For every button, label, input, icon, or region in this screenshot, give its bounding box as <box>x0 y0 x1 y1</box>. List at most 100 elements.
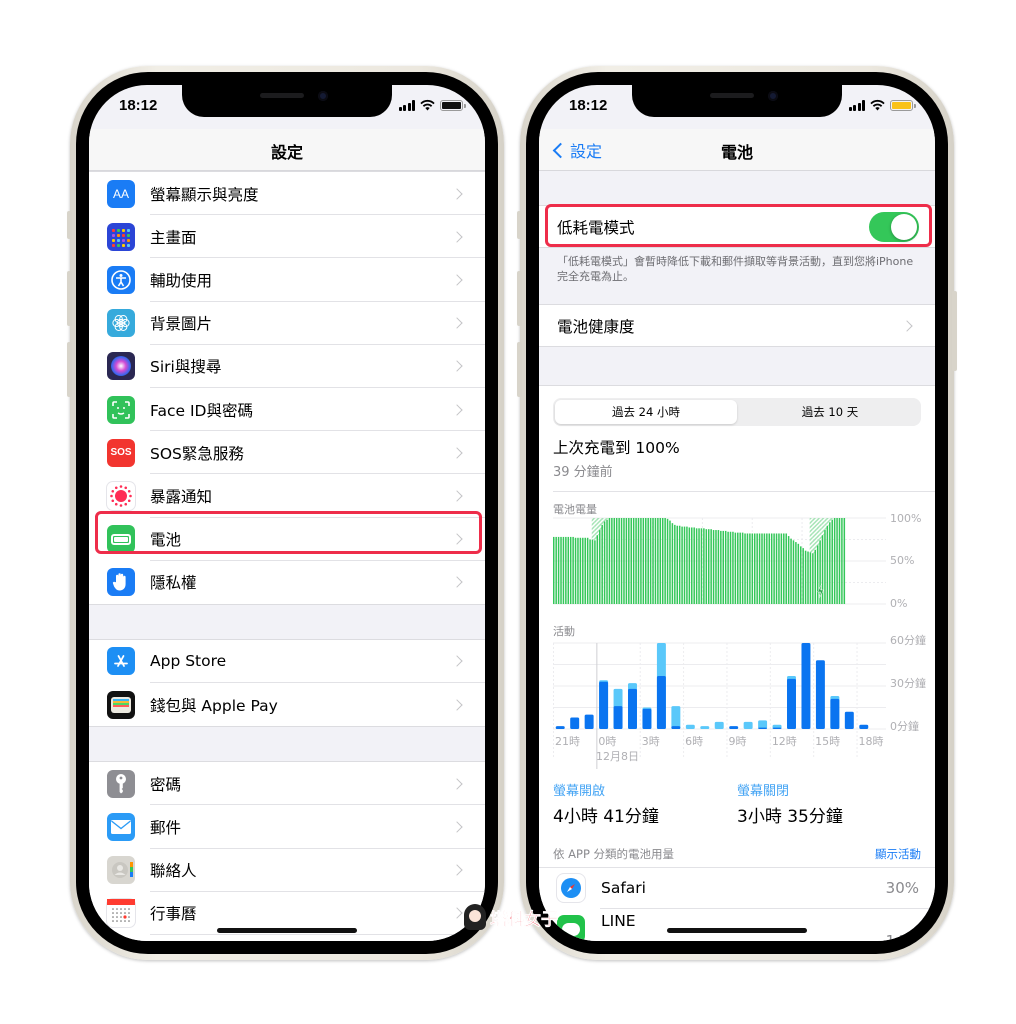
home-indicator[interactable] <box>667 928 807 933</box>
activity-bar-screen-on <box>642 708 652 729</box>
last-charge-ago: 39 分鐘前 <box>553 465 613 480</box>
settings-row-accessibility[interactable]: 輔助使用 <box>89 258 485 302</box>
battery-level-bar <box>582 537 584 604</box>
battery-level-bar <box>802 548 804 604</box>
battery-level-bar <box>751 533 754 604</box>
segment-10d[interactable]: 過去 10 天 <box>739 398 921 426</box>
battery-level-bar <box>688 527 691 604</box>
wallet-icon <box>107 690 135 719</box>
battery-level-bar <box>567 536 570 604</box>
settings-row-privacy-hand[interactable]: 隱私權 <box>89 561 485 604</box>
settings-row-contacts[interactable]: 聯絡人 <box>89 849 485 892</box>
battery-level-bar <box>768 533 771 604</box>
cellular-signal-icon <box>848 100 865 111</box>
battery-level-bar <box>727 531 729 604</box>
battery-level-bar <box>574 537 577 604</box>
segment-24h[interactable]: 過去 24 小時 <box>555 400 737 424</box>
page-title: 電池 <box>720 143 753 162</box>
battery-level-bar <box>584 537 586 604</box>
settings-row-wallet[interactable]: 錢包與 Apple Pay <box>89 683 485 726</box>
time-range-segmented-control: 過去 24 小時 過去 10 天 <box>553 398 921 426</box>
battery-level-bar <box>678 525 681 604</box>
battery-level-bar <box>640 518 642 604</box>
activity-bar-screen-on <box>628 688 637 729</box>
charging-hatch <box>596 518 600 536</box>
charging-hatch <box>829 518 832 523</box>
chevron-right-icon <box>451 447 463 459</box>
settings-row-label: 密碼 <box>150 775 182 794</box>
battery-level-bar <box>603 521 606 604</box>
screen-on-label: 螢幕開啟 <box>553 784 606 799</box>
show-activity-link[interactable]: 顯示活動 <box>875 846 921 862</box>
settings-row-notes[interactable]: 備忘錄 <box>89 935 485 941</box>
battery-level-bar <box>783 533 785 604</box>
battery-level-bar <box>596 535 599 604</box>
settings-row-key[interactable]: 密碼 <box>89 762 485 806</box>
settings-row-face-id[interactable]: Face ID與密碼 <box>89 388 485 432</box>
app-row-safari[interactable]: Safari 30% <box>539 868 935 908</box>
activity-bar-screen-on <box>656 675 666 729</box>
battery-level-bar <box>669 520 671 604</box>
activity-bar-screen-on <box>599 681 609 729</box>
last-charge: 上次充電到 100% 39 分鐘前 <box>553 436 680 480</box>
chevron-right-icon <box>901 319 913 332</box>
battery-level-bar <box>577 537 579 604</box>
battery-level-bar <box>838 518 841 604</box>
battery-level-bar <box>807 551 809 604</box>
battery-level-bar <box>557 536 560 604</box>
settings-row-mail[interactable]: 郵件 <box>89 805 485 849</box>
battery-level-bar <box>642 518 645 604</box>
battery-level-bar <box>649 518 652 604</box>
activity-xtick: 6時 <box>685 735 704 748</box>
battery-level-bar <box>753 533 756 604</box>
chevron-right-icon <box>451 778 463 790</box>
activity-bar-screen-on <box>787 678 796 729</box>
battery-level-bar <box>787 536 790 604</box>
app-row-line[interactable]: LINE 14% <box>539 909 935 941</box>
settings-row-label: 背景圖片 <box>150 315 213 334</box>
battery-level-bar <box>691 527 693 604</box>
app-percent: 30% <box>885 879 919 897</box>
battery-level-bar <box>608 518 611 604</box>
battery-level-bar <box>761 533 763 604</box>
settings-row-sos[interactable]: SOS SOS緊急服務 <box>89 431 485 475</box>
settings-row-display-brightness[interactable]: AA 螢幕顯示與亮度 <box>89 172 485 216</box>
settings-list: AA 螢幕顯示與亮度 主畫面 輔助使用 背景圖片 Siri與搜尋 Face ID… <box>89 171 485 941</box>
activity-bar-screen-off <box>671 706 681 729</box>
settings-row-siri[interactable]: Siri與搜尋 <box>89 345 485 388</box>
charging-hatch <box>821 518 825 536</box>
settings-row-app-store[interactable]: App Store <box>89 640 485 684</box>
nav-bar: 設定 電池 <box>539 129 935 171</box>
activity-bar-screen-on <box>859 724 869 729</box>
chevron-right-icon <box>451 274 463 286</box>
volume-up-button <box>517 271 522 326</box>
notch <box>182 85 392 117</box>
settings-row-wallpaper[interactable]: 背景圖片 <box>89 302 485 345</box>
activity-bar-screen-on <box>729 726 739 729</box>
settings-row-home-screen[interactable]: 主畫面 <box>89 215 485 259</box>
battery-level-bar <box>778 533 780 604</box>
wifi-icon <box>420 99 435 111</box>
mail-icon <box>107 813 135 842</box>
silent-switch <box>67 211 72 239</box>
battery-level-chart-title: 電池電量 <box>553 503 597 516</box>
group-gap <box>89 727 485 762</box>
activity-xtick: 12時 <box>771 735 797 748</box>
battery-level-bar <box>749 533 751 604</box>
battery-level-bar <box>744 533 746 604</box>
activity-xtick: 3時 <box>641 735 660 748</box>
battery-health-row[interactable]: 電池健康度 <box>539 304 935 347</box>
battery-level-bar <box>734 532 737 604</box>
battery-level-bar <box>829 522 831 604</box>
charging-hatch <box>814 518 817 550</box>
volume-down-button <box>517 342 522 397</box>
battery-level-bar <box>613 518 616 604</box>
home-indicator[interactable] <box>217 928 357 933</box>
key-icon <box>107 769 135 798</box>
battery-level-bar <box>681 526 683 604</box>
battery-level-bar <box>594 540 596 604</box>
settings-row-label: 主畫面 <box>150 228 197 247</box>
charging-hatch <box>816 518 820 546</box>
battery-level-bar <box>833 518 836 604</box>
nav-bar: 設定 <box>89 129 485 171</box>
